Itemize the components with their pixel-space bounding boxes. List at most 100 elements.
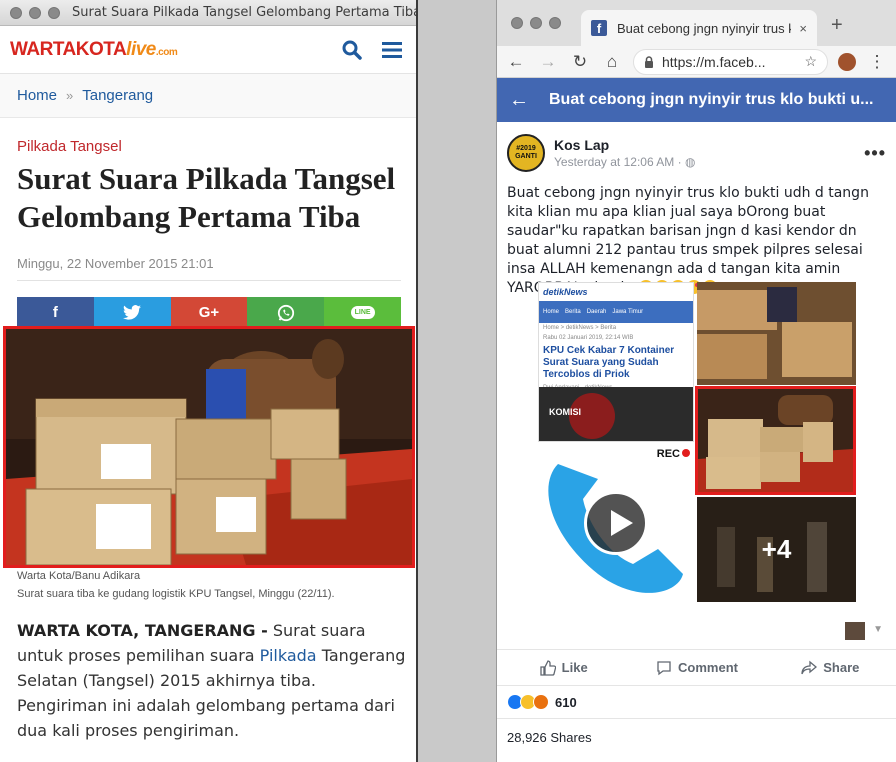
forward-arrow-icon[interactable]: → <box>537 52 559 72</box>
browser-menu-icon[interactable]: ⋮ <box>866 52 888 72</box>
search-icon[interactable] <box>342 40 362 60</box>
share-label: Share <box>823 660 860 675</box>
home-icon[interactable]: ⌂ <box>601 52 623 72</box>
url-text: https://m.faceb... <box>662 53 766 70</box>
window-controls <box>10 6 60 19</box>
zoom-window-button[interactable] <box>48 6 60 19</box>
author-info: Kos Lap Yesterday at 12:06 AM · ◍ <box>554 137 695 169</box>
hamburger-menu-icon[interactable] <box>382 41 402 59</box>
caret-down-icon[interactable]: ▼ <box>873 624 883 635</box>
share-google-plus-button[interactable]: G+ <box>170 297 248 328</box>
divider <box>497 718 896 719</box>
twitter-icon <box>123 305 142 320</box>
post-timestamp[interactable]: Yesterday at 12:06 AM · ◍ <box>554 155 695 169</box>
news-screenshot-thumbnail[interactable]: detikNews Home Berita Daerah Jawa Timur … <box>538 282 694 442</box>
close-tab-icon[interactable]: × <box>799 21 807 36</box>
zoom-window-button[interactable] <box>549 17 561 29</box>
detik-logo: detikNews <box>543 287 588 297</box>
angry-reaction-icon <box>533 694 549 710</box>
logo-part-wartakota: WARTAKOTA <box>10 38 127 60</box>
logo-part-live: live <box>126 38 156 60</box>
wartakota-logo[interactable]: WARTAKOTAlive.com <box>10 38 178 61</box>
breadcrumb-tangerang[interactable]: Tangerang <box>82 87 153 104</box>
google-plus-icon: G+ <box>198 304 220 321</box>
post-header: #2019 GANTI Kos Lap Yesterday at 12:06 A… <box>497 122 896 172</box>
share-twitter-button[interactable] <box>93 297 171 328</box>
share-button[interactable]: Share <box>764 660 896 676</box>
detik-menu-daerah: Daerah <box>586 309 607 315</box>
breadcrumb-separator: » <box>66 88 74 103</box>
address-bar[interactable]: https://m.faceb... ☆ <box>633 48 828 75</box>
right-browser-window: f Buat cebong jngn nyinyir trus klo × + … <box>496 0 896 762</box>
rec-label: REC <box>657 448 690 460</box>
globe-icon: ◍ <box>684 155 696 169</box>
post-time-text: Yesterday at 12:06 AM <box>554 155 675 169</box>
close-window-button[interactable] <box>10 6 22 19</box>
author-avatar[interactable]: #2019 GANTI <box>507 134 545 172</box>
breadcrumb-home[interactable]: Home <box>17 87 57 104</box>
close-window-button[interactable] <box>511 17 523 29</box>
facebook-favicon-icon: f <box>591 20 607 36</box>
more-photos-count: +4 <box>697 497 856 602</box>
active-tab[interactable]: f Buat cebong jngn nyinyir trus klo × <box>581 10 817 46</box>
like-button[interactable]: Like <box>497 659 630 676</box>
ballot-boxes-thumbnail-highlighted[interactable] <box>695 386 856 495</box>
browser-toolbar: ← → ↻ ⌂ https://m.faceb... ☆ ⋮ <box>497 46 896 78</box>
like-label: Like <box>561 660 588 675</box>
share-bar: f G+ LINE <box>17 297 401 328</box>
author-name[interactable]: Kos Lap <box>554 137 695 153</box>
ballot-boxes-small-photo <box>698 389 853 492</box>
facebook-header: ← Buat cebong jngn nyinyir trus klo bukt… <box>497 78 896 122</box>
warehouse-photo-thumbnail[interactable] <box>697 282 856 385</box>
ballot-boxes-photo <box>6 329 412 565</box>
article-date: Minggu, 22 November 2015 21:01 <box>17 256 401 281</box>
article-body: WARTA KOTA, TANGERANG - Surat suara untu… <box>17 618 407 743</box>
share-whatsapp-button[interactable] <box>247 297 325 328</box>
detik-headline: KPU Cek Kabar 7 Kontainer Surat Suara ya… <box>543 345 675 380</box>
more-options-icon[interactable]: ••• <box>864 143 886 164</box>
photo-caption: Surat suara tiba ke gudang logistik KPU … <box>17 588 335 600</box>
minimize-window-button[interactable] <box>29 6 41 19</box>
profile-avatar-icon[interactable] <box>838 52 856 71</box>
new-tab-button[interactable]: + <box>831 14 843 37</box>
share-facebook-button[interactable]: f <box>17 297 94 328</box>
detik-menu-home: Home <box>543 309 560 315</box>
article-lead: WARTA KOTA, TANGERANG - <box>17 621 268 640</box>
article-photo-highlighted[interactable] <box>3 326 415 568</box>
play-button-icon[interactable] <box>584 491 648 555</box>
tab-title: Buat cebong jngn nyinyir trus klo <box>617 20 792 36</box>
share-count[interactable]: 28,926 Shares <box>507 730 592 745</box>
reload-icon[interactable]: ↻ <box>569 52 591 72</box>
comment-label: Comment <box>678 660 738 675</box>
post-body-text: Buat cebong jngn nyinyir trus klo bukti … <box>507 185 869 296</box>
share-line-button[interactable]: LINE <box>324 297 401 328</box>
lock-icon <box>645 55 653 68</box>
media-grid: detikNews Home Berita Daerah Jawa Timur … <box>538 282 856 602</box>
back-arrow-icon[interactable]: ← <box>505 52 527 72</box>
article-category[interactable]: Pilkada Tangsel <box>17 138 399 155</box>
detik-menu-berita: Berita <box>565 309 581 315</box>
facebook-icon: f <box>52 304 58 321</box>
comment-button[interactable]: Comment <box>630 660 763 676</box>
pilkada-link[interactable]: Pilkada <box>260 646 317 665</box>
article-headline: Surat Suara Pilkada Tangsel Gelombang Pe… <box>17 161 396 234</box>
header-icons <box>342 40 402 60</box>
detik-menu: Home Berita Daerah Jawa Timur <box>539 301 693 323</box>
reaction-summary[interactable]: 610 <box>507 694 577 710</box>
post-text: Buat cebong jngn nyinyir trus klo bukti … <box>497 172 896 298</box>
reaction-count: 610 <box>555 694 577 710</box>
back-arrow-icon[interactable]: ← <box>509 89 529 112</box>
detik-date: Rabu 02 Januari 2019, 22:14 WIB <box>543 335 634 341</box>
video-thumbnail[interactable]: REC <box>538 444 694 602</box>
minimize-window-button[interactable] <box>530 17 542 29</box>
post-actions: Like Comment Share <box>497 650 896 686</box>
reactor-avatar[interactable] <box>845 622 865 640</box>
warehouse-boxes-photo <box>697 282 856 385</box>
bookmark-star-icon[interactable]: ☆ <box>804 53 817 70</box>
post-title-bar: Buat cebong jngn nyinyir trus klo bukti … <box>549 91 874 108</box>
reactor-row: ▼ <box>497 616 896 650</box>
window-controls-right <box>511 17 561 29</box>
detik-breadcrumb: Home > detikNews > Berita <box>543 325 617 331</box>
left-title-bar: Surat Suara Pilkada Tangsel Gelombang Pe… <box>0 0 416 26</box>
more-photos-thumbnail[interactable]: +4 <box>697 497 856 602</box>
